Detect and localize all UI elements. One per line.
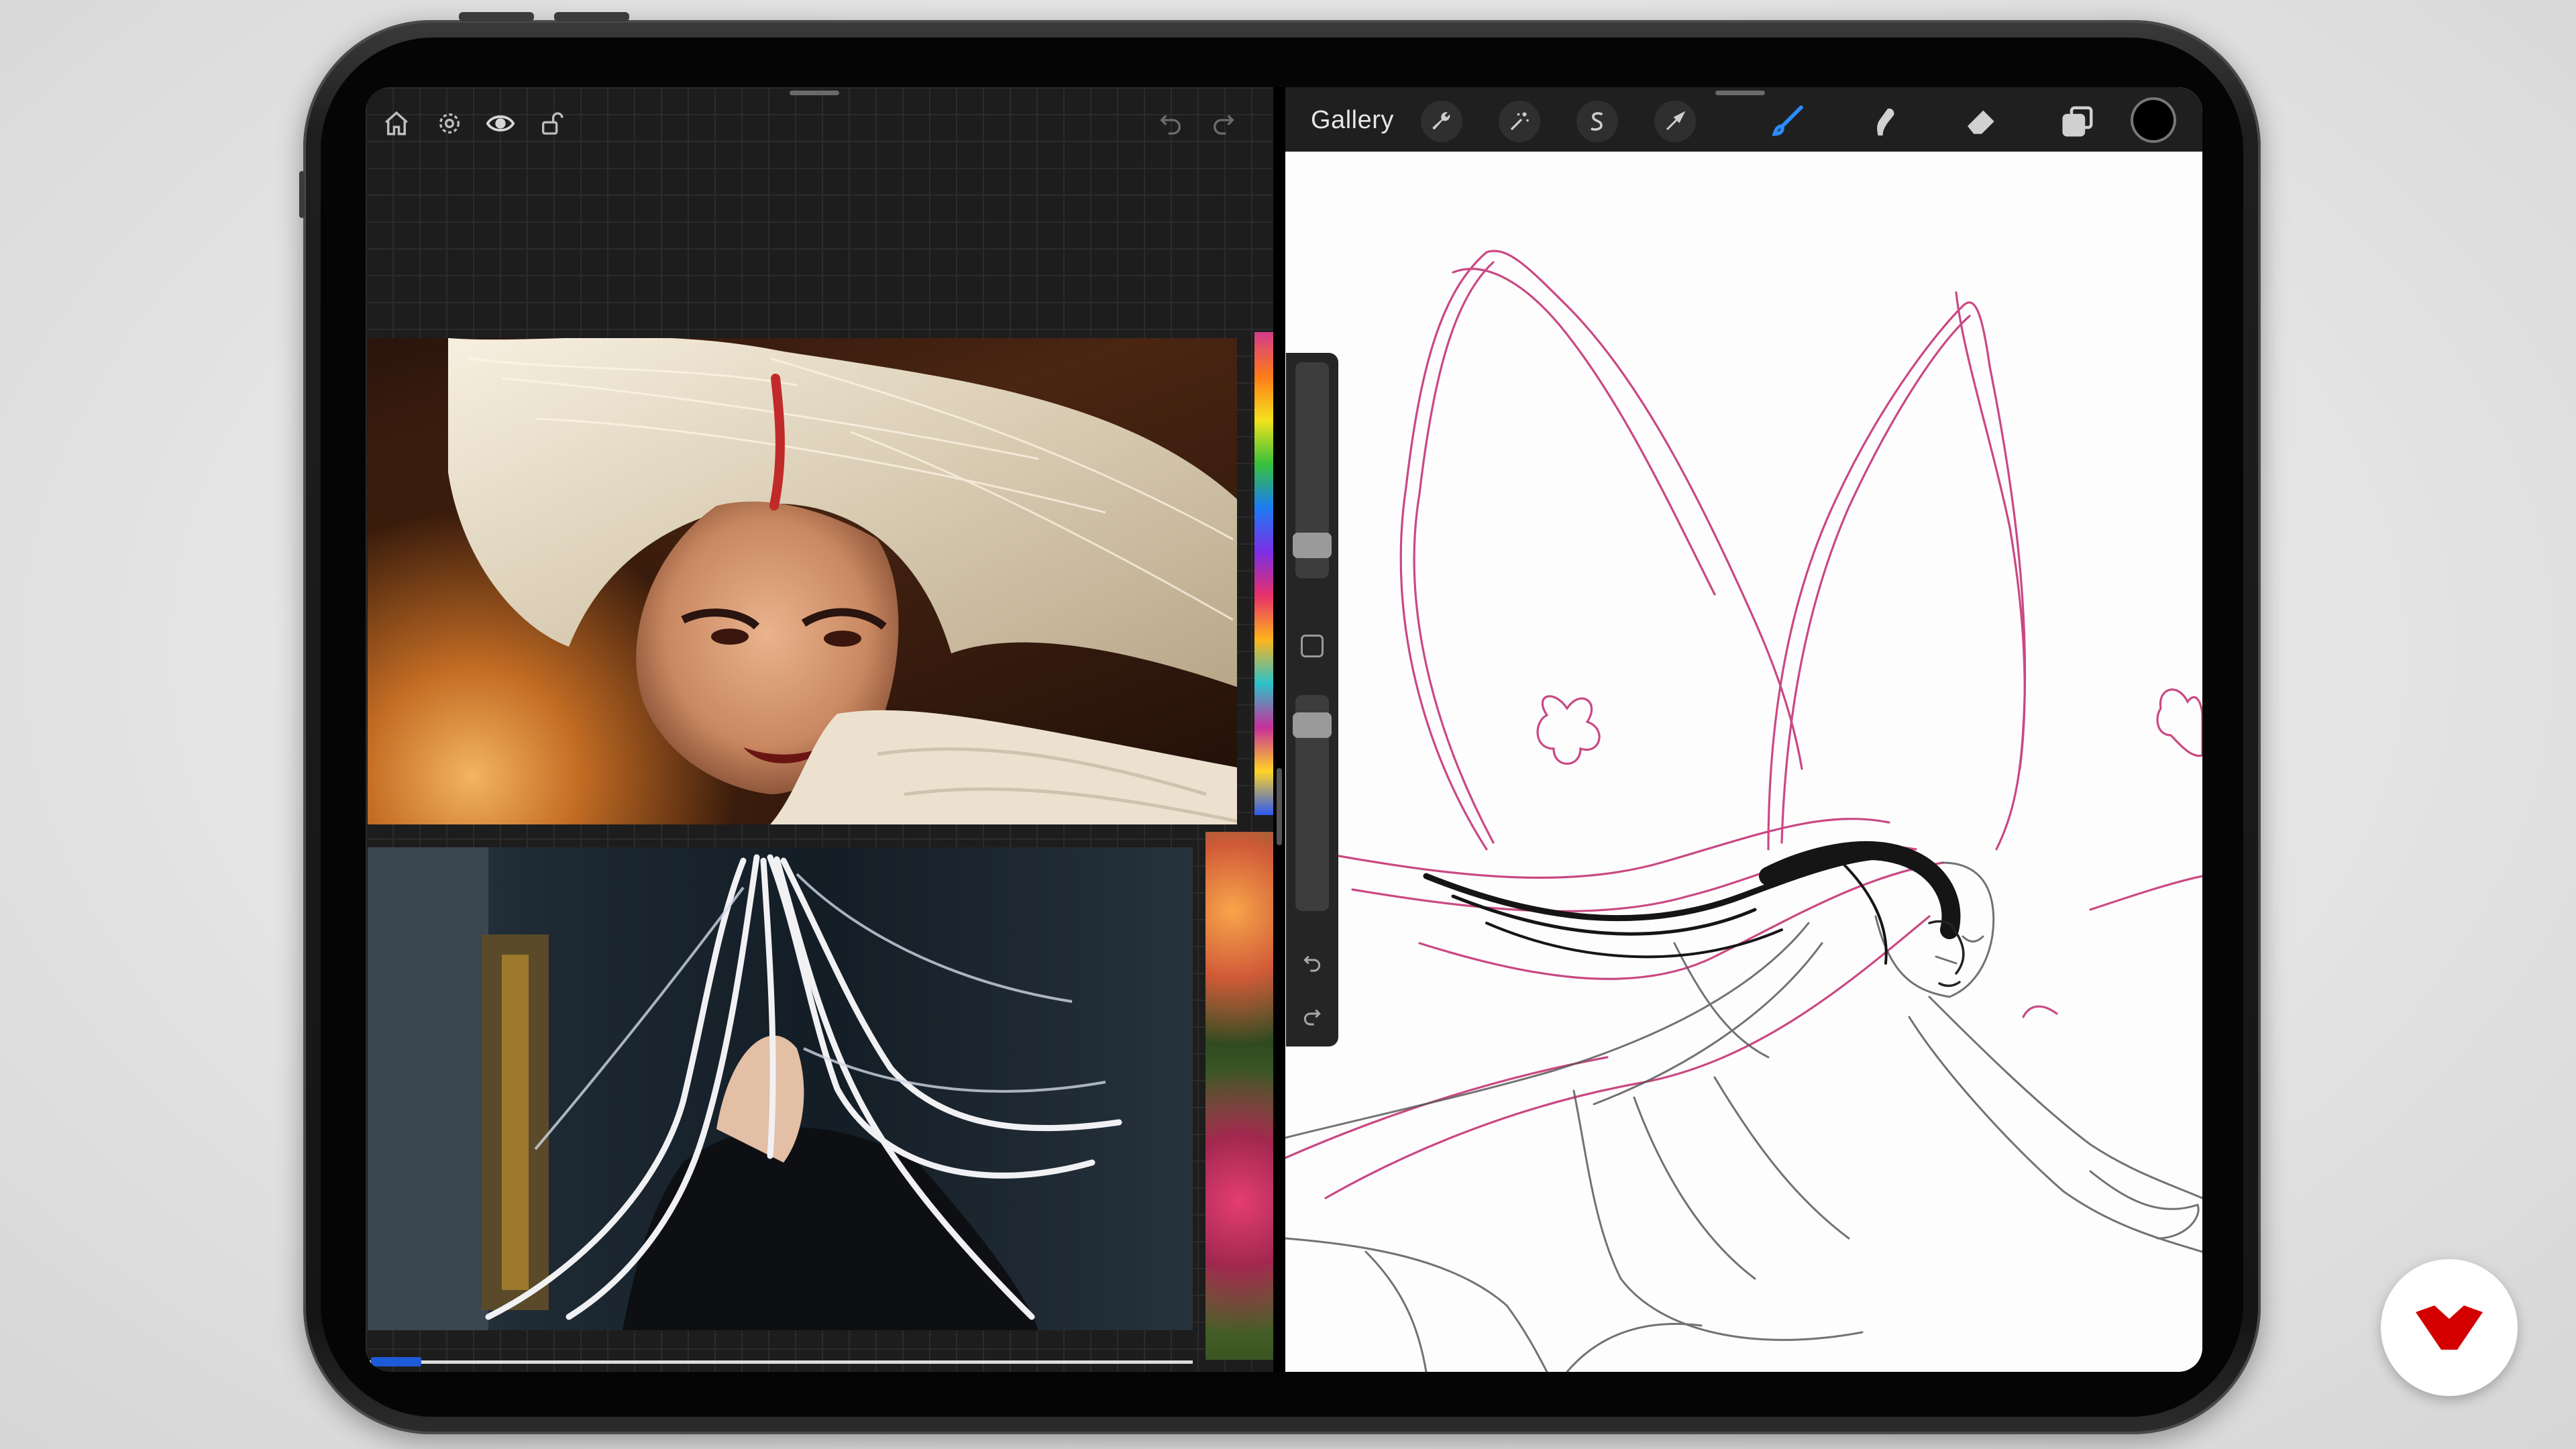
procreate-sidebar [1286,353,1338,1046]
selection-icon[interactable] [1576,101,1618,142]
redo-icon[interactable] [1206,106,1241,141]
scroll-indicator [368,1360,1193,1364]
procreate-pane: Gallery [1285,87,2202,1372]
domestika-logo-icon [2416,1305,2483,1350]
opacity-thumb[interactable] [1293,712,1332,738]
split-view-handle[interactable] [1277,768,1282,845]
redo-icon[interactable] [1297,1001,1328,1032]
settings-icon[interactable] [432,106,467,141]
side-button [299,171,305,218]
gallery-button[interactable]: Gallery [1311,106,1394,135]
reference-photo-4-edge[interactable] [1205,832,1273,1360]
volume-button [554,12,629,21]
wrench-icon[interactable] [1421,101,1462,142]
brush-size-thumb[interactable] [1293,533,1332,558]
multitask-grabber[interactable] [1715,91,1765,95]
home-icon[interactable] [379,106,414,141]
reference-app-pane [366,87,1273,1372]
ipad-screen: Gallery [366,87,2202,1372]
layers-icon[interactable] [2055,99,2100,144]
multitask-grabber[interactable] [790,91,839,95]
transform-arrow-icon[interactable] [1654,101,1696,142]
undo-icon[interactable] [1297,947,1328,978]
scroll-position [371,1357,421,1366]
lock-icon[interactable] [535,106,570,141]
sketch-artwork [1285,250,2202,1372]
photo-1-artwork [448,338,1237,824]
volume-button [459,12,534,21]
reference-photo-3-edge[interactable] [1254,332,1273,815]
magic-wand-icon[interactable] [1499,101,1540,142]
photo-2-artwork [368,847,1122,1330]
procreate-toolbar: Gallery [1285,87,2202,152]
reference-photo-2[interactable] [368,847,1193,1330]
eraser-icon[interactable] [1960,99,2004,144]
color-swatch[interactable] [2133,100,2174,140]
reference-photo-1[interactable] [368,338,1237,824]
brush-icon[interactable] [1765,99,1809,144]
domestika-logo [2381,1259,2518,1396]
undo-icon[interactable] [1153,106,1188,141]
smudge-icon[interactable] [1862,99,1907,144]
eye-icon[interactable] [483,106,518,141]
drawing-canvas[interactable] [1285,152,2202,1372]
split-view-divider[interactable] [1273,87,1285,1372]
modify-button[interactable] [1301,635,1324,657]
